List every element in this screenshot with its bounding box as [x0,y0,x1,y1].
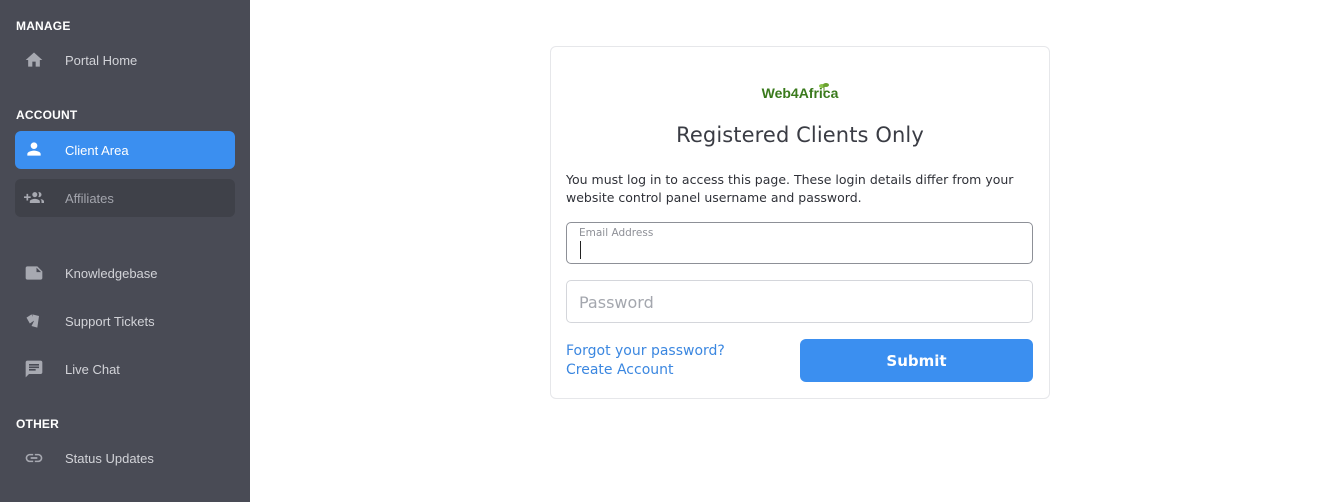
sidebar-item-label: Knowledgebase [65,265,158,281]
section-title-other: OTHER [16,417,59,431]
login-info-text: You must log in to access this page. The… [566,172,1014,205]
sidebar-item-label: Affiliates [65,190,114,206]
person-icon [23,139,45,159]
link-icon [23,448,45,468]
section-title-manage: MANAGE [16,19,71,33]
create-account-link[interactable]: Create Account [566,362,674,378]
sidebar-item-label: Client Area [65,142,129,158]
tickets-icon [23,311,45,331]
home-icon [23,50,45,70]
email-input[interactable] [579,241,1019,261]
sidebar-item-knowledgebase[interactable]: Knowledgebase [15,254,235,292]
email-field[interactable]: Email Address [566,222,1033,264]
web4africa-logo: Web4Africa [551,85,1049,103]
sidebar-item-label: Support Tickets [65,313,155,329]
sidebar-item-affiliates[interactable]: Affiliates [15,179,235,217]
chat-icon [23,359,45,379]
sprout-icon [819,83,829,92]
sidebar-item-label: Live Chat [65,361,120,377]
text-caret [580,241,581,259]
sidebar: MANAGE Portal Home ACCOUNT Client Area A… [0,0,250,502]
sidebar-item-label: Portal Home [65,52,138,68]
section-title-account: ACCOUNT [16,108,78,122]
email-field-label: Email Address [579,227,654,239]
sidebar-item-portal-home[interactable]: Portal Home [15,41,235,79]
note-icon [23,263,45,283]
page-title: Registered Clients Only [676,123,924,147]
sidebar-item-label: Status Updates [65,450,154,466]
password-input[interactable] [579,291,1019,313]
sidebar-item-status-updates[interactable]: Status Updates [15,439,235,477]
forgot-password-link[interactable]: Forgot your password? [566,343,725,359]
login-card: Web4Africa Registered Clients Only You m… [550,46,1050,399]
sidebar-item-support-tickets[interactable]: Support Tickets [15,302,235,340]
group-add-icon [23,188,45,208]
sidebar-item-live-chat[interactable]: Live Chat [15,350,235,388]
submit-button[interactable]: Submit [800,339,1033,382]
password-field[interactable] [566,280,1033,323]
sidebar-item-client-area[interactable]: Client Area [15,131,235,169]
